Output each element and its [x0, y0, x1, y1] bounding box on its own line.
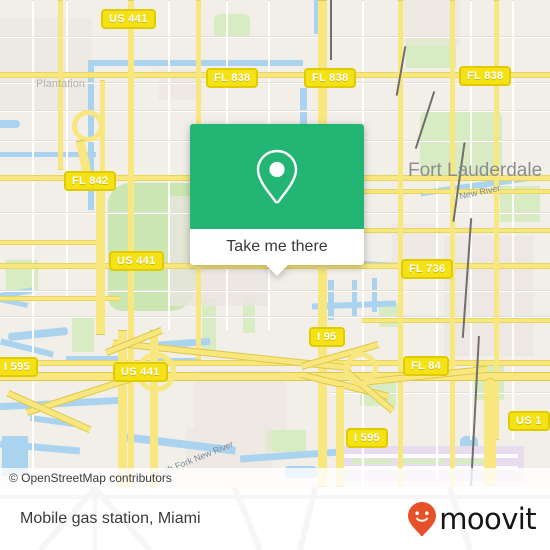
road-shield-fl838[interactable]: FL 838: [459, 66, 512, 86]
landuse-park: [214, 14, 250, 38]
road-shield-fl84[interactable]: FL 84: [403, 356, 450, 376]
landuse-residential: [0, 18, 92, 110]
moovit-map-screenshot: Fort Lauderdale Plantation New River Sou…: [0, 0, 550, 550]
road-shield-i595[interactable]: I 595: [0, 357, 38, 377]
minor-road: [436, 180, 438, 480]
road-shield-us441[interactable]: US 441: [113, 362, 168, 382]
water-body: [328, 280, 334, 320]
popup-tail: [266, 265, 288, 276]
road-shield-us441[interactable]: US 441: [101, 9, 156, 29]
water-body: [7, 326, 69, 342]
place-label-plantation: Plantation: [36, 78, 85, 90]
major-road: [362, 228, 550, 233]
airport-green: [352, 459, 392, 464]
landuse-park: [72, 318, 94, 352]
footer-bar: Mobile gas station, Miami moovit: [0, 487, 550, 550]
major-road-us441: [128, 0, 134, 487]
map-canvas[interactable]: Fort Lauderdale Plantation New River Sou…: [0, 0, 550, 487]
moovit-pin-icon: [408, 501, 437, 536]
water-body: [352, 280, 357, 316]
major-road: [0, 240, 100, 245]
popup-action-bar[interactable]: Take me there: [190, 229, 364, 276]
moovit-logo[interactable]: moovit: [407, 487, 537, 550]
motorway-ramp: [96, 175, 105, 335]
take-me-there-label: Take me there: [226, 238, 328, 255]
map-pin-icon: [256, 149, 298, 204]
road-shield-fl838[interactable]: FL 838: [206, 68, 259, 88]
road-shield-i595[interactable]: I 595: [346, 428, 388, 448]
water-body: [0, 120, 20, 128]
airport-green: [404, 459, 444, 464]
motorway-ramp: [72, 110, 104, 142]
road-shield-i95[interactable]: I 95: [309, 327, 345, 347]
railway: [330, 0, 332, 60]
motorway-ramp: [118, 330, 127, 487]
osm-attribution-bar: © OpenStreetMap contributors: [0, 468, 550, 487]
landuse-park: [266, 430, 306, 452]
popup-header: [190, 124, 364, 229]
road-shield-us441[interactable]: US 441: [109, 251, 164, 271]
osm-attribution-text[interactable]: © OpenStreetMap contributors: [0, 471, 172, 485]
major-road: [450, 0, 455, 487]
road-shield-fl838[interactable]: FL 838: [304, 68, 357, 88]
major-road: [362, 318, 550, 323]
water-body: [372, 278, 377, 312]
motorway-ramp: [344, 352, 378, 386]
road-shield-fl736[interactable]: FL 736: [401, 259, 454, 279]
minor-road: [0, 36, 550, 38]
road-shield-fl842[interactable]: FL 842: [64, 171, 117, 191]
minor-road: [66, 0, 68, 300]
water-body: [0, 338, 54, 358]
minor-road: [168, 0, 170, 330]
road-shield-us1[interactable]: US 1: [508, 411, 550, 431]
moovit-wordmark: moovit: [439, 501, 536, 536]
landuse-industrial: [444, 236, 534, 356]
page-title: Mobile gas station, Miami: [20, 509, 201, 527]
location-popup-card[interactable]: Take me there: [190, 124, 364, 276]
city-label-fort-lauderdale: Fort Lauderdale: [408, 160, 543, 181]
minor-road: [0, 290, 550, 292]
